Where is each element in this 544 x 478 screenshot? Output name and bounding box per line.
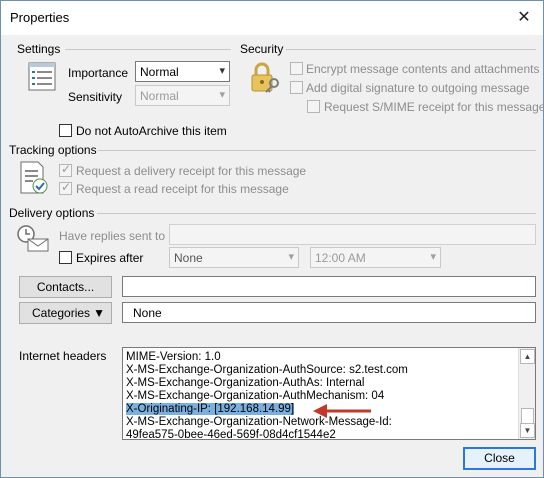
title-bar: Properties ✕ <box>1 1 543 35</box>
header-line: 49fea575-0bee-46ed-569f-08d4cf1544e2 <box>126 429 336 440</box>
autoarchive-label: Do not AutoArchive this item <box>76 124 227 138</box>
signature-label: Add digital signature to outgoing messag… <box>306 81 530 95</box>
encrypt-checkbox[interactable] <box>290 62 303 75</box>
contacts-button[interactable]: Contacts... <box>19 276 112 298</box>
replies-label: Have replies sent to <box>59 229 166 243</box>
scroll-down-icon[interactable]: ▼ <box>520 423 535 438</box>
chevron-down-icon: ▾ <box>430 251 436 263</box>
headers-scrollbar[interactable]: ▲ ▼ <box>518 348 535 439</box>
expires-time-value: 12:00 AM <box>315 251 366 265</box>
expires-label: Expires after <box>76 251 144 265</box>
expires-date-value: None <box>174 251 203 265</box>
expires-checkbox[interactable] <box>59 251 72 264</box>
settings-section-title: Settings <box>17 42 61 56</box>
lock-key-icon <box>249 61 283 98</box>
scroll-thumb[interactable] <box>521 408 534 424</box>
delivery-clock-icon <box>16 223 50 256</box>
delivery-receipt-checkbox[interactable] <box>59 162 72 177</box>
autoarchive-checkbox[interactable] <box>59 124 72 137</box>
header-line: X-MS-Exchange-Organization-AuthSource: s… <box>126 364 408 376</box>
smime-checkbox[interactable] <box>307 100 320 113</box>
header-line-selected: X-Originating-IP: [192.168.14.99] <box>126 403 295 415</box>
chevron-down-icon: ▾ <box>219 65 225 77</box>
categories-button-label: Categories <box>32 306 91 320</box>
header-line: X-MS-Exchange-Organization-AuthMechanism… <box>126 390 385 402</box>
internet-headers-box[interactable]: MIME-Version: 1.0 X-MS-Exchange-Organiza… <box>122 347 536 440</box>
settings-divider <box>65 49 231 50</box>
sensitivity-label: Sensitivity <box>68 90 123 104</box>
replies-field[interactable] <box>169 224 536 245</box>
header-line: MIME-Version: 1.0 <box>126 351 221 363</box>
read-receipt-label: Request a read receipt for this message <box>76 182 289 196</box>
signature-checkbox[interactable] <box>290 81 303 94</box>
settings-list-icon <box>28 62 58 95</box>
tracking-section-title: Tracking options <box>9 143 97 157</box>
chevron-down-icon: ▾ <box>219 89 225 101</box>
close-button[interactable]: Close <box>463 447 536 470</box>
scroll-up-icon[interactable]: ▲ <box>520 349 535 364</box>
annotation-arrow <box>311 402 373 423</box>
header-line: X-MS-Exchange-Organization-AuthAs: Inter… <box>126 377 365 389</box>
delivery-receipt-label: Request a delivery receipt for this mess… <box>76 164 307 178</box>
importance-value: Normal <box>140 65 179 79</box>
encrypt-label: Encrypt message contents and attachments <box>306 62 540 76</box>
window-title: Properties <box>10 10 70 25</box>
categories-field: None <box>122 302 536 323</box>
categories-button[interactable]: Categories ▼ <box>19 302 112 324</box>
smime-label: Request S/MIME receipt for this message <box>324 100 544 114</box>
delivery-divider <box>97 213 536 214</box>
sensitivity-select[interactable]: Normal ▾ <box>135 85 230 106</box>
close-icon[interactable]: ✕ <box>511 5 537 31</box>
tracking-divider <box>98 150 536 151</box>
importance-select[interactable]: Normal ▾ <box>135 61 230 82</box>
expires-time-select[interactable]: 12:00 AM ▾ <box>310 247 441 268</box>
tracking-receipt-icon <box>18 161 50 198</box>
importance-label: Importance <box>68 66 129 80</box>
chevron-down-icon: ▼ <box>93 306 105 320</box>
security-divider <box>286 49 536 50</box>
expires-date-select[interactable]: None ▾ <box>169 247 299 268</box>
internet-headers-label: Internet headers <box>19 349 107 363</box>
sensitivity-value: Normal <box>140 89 179 103</box>
delivery-section-title: Delivery options <box>9 206 95 220</box>
security-section-title: Security <box>240 42 284 56</box>
chevron-down-icon: ▾ <box>288 251 294 263</box>
read-receipt-checkbox[interactable] <box>59 180 72 195</box>
properties-dialog: Properties ✕ Settings Importance Normal … <box>0 0 544 478</box>
contacts-field[interactable] <box>122 276 536 297</box>
